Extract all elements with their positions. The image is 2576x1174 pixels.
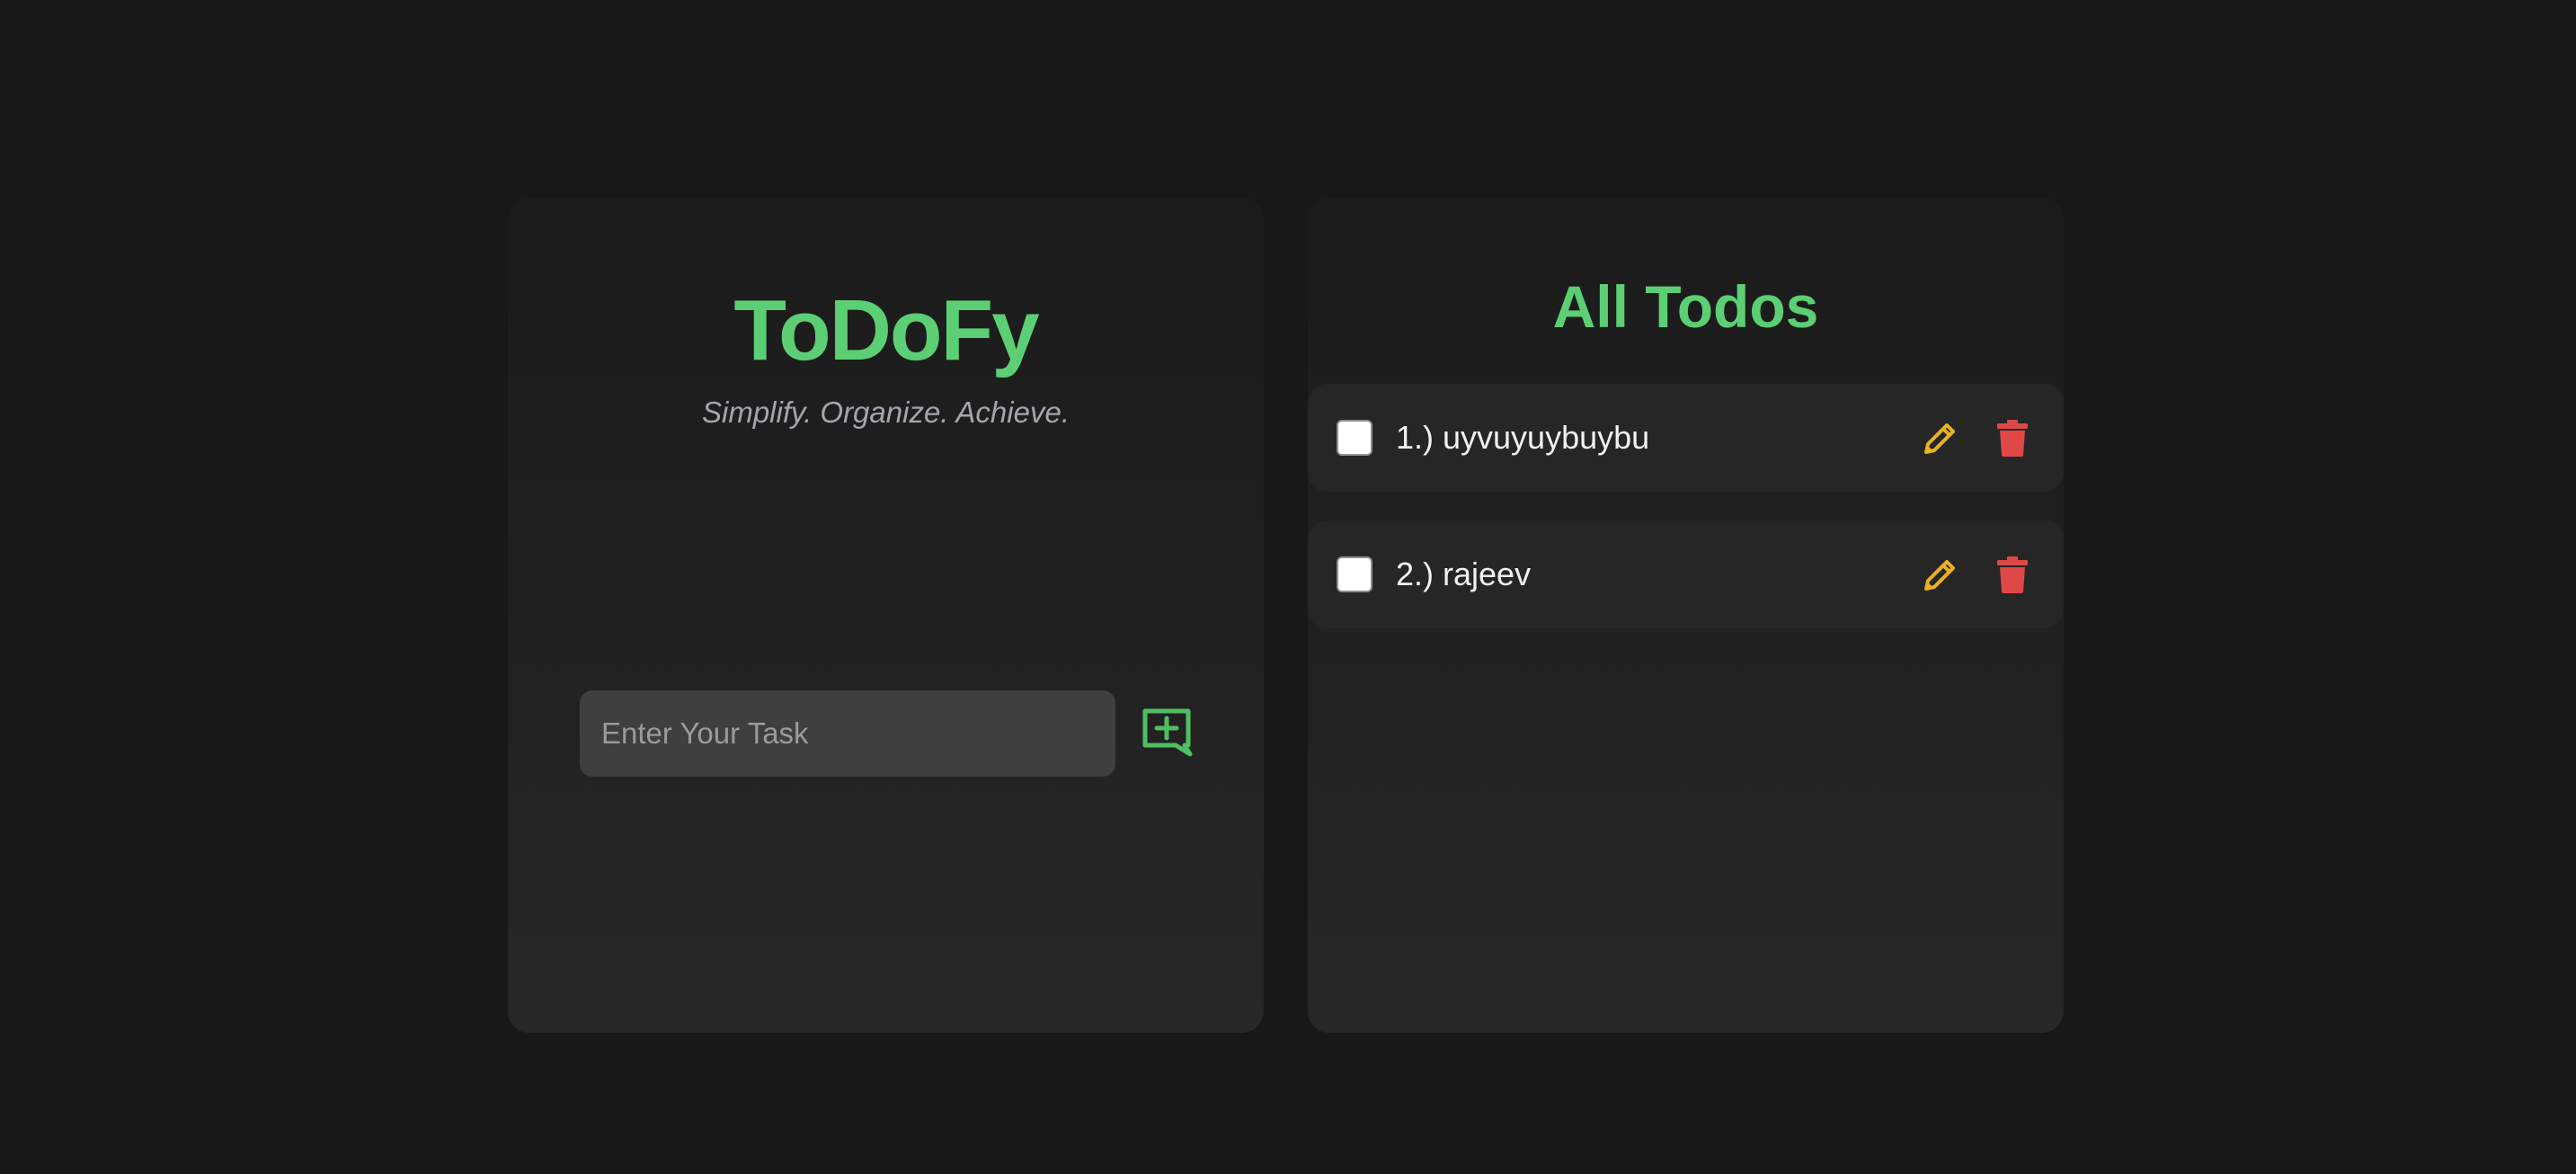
composer-panel: ToDoFy Simplify. Organize. Achieve. <box>508 198 1264 1033</box>
todo-checkbox[interactable] <box>1337 420 1372 456</box>
todo-item: 1.) uyvuyuybuybu <box>1308 384 2064 492</box>
todo-item: 2.) rajeev <box>1308 520 2064 628</box>
delete-todo-button[interactable] <box>1990 415 2035 460</box>
pencil-icon <box>1924 423 1955 454</box>
app-tagline: Simplify. Organize. Achieve. <box>702 396 1070 429</box>
todo-label: 2.) rajeev <box>1396 556 1532 592</box>
app-title: ToDoFy <box>733 282 1039 378</box>
add-task-button[interactable] <box>1135 701 1198 764</box>
todo-checkbox[interactable] <box>1337 556 1372 592</box>
add-comment-icon <box>1142 708 1193 757</box>
pencil-icon <box>1924 560 1955 591</box>
delete-todo-button[interactable] <box>1990 552 2035 597</box>
todo-list: 1.) uyvuyuybuybu 2.) rajeev <box>1308 384 2064 657</box>
task-input[interactable] <box>580 690 1115 777</box>
edit-todo-button[interactable] <box>1918 415 1963 460</box>
edit-todo-button[interactable] <box>1918 552 1963 597</box>
todo-list-title: All Todos <box>1552 273 1819 340</box>
todo-label: 1.) uyvuyuybuybu <box>1396 419 1650 456</box>
trash-icon <box>1997 556 2028 593</box>
trash-icon <box>1997 420 2028 457</box>
todo-panel: All Todos 1.) uyvuyuybuybu 2.) rajeev <box>1308 198 2064 1033</box>
